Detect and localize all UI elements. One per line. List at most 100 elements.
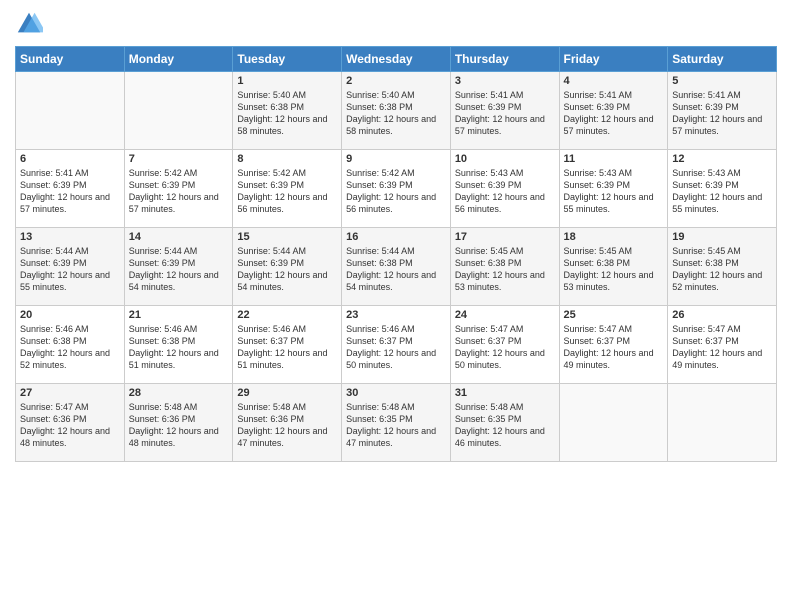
- day-cell: 28 Sunrise: 5:48 AMSunset: 6:36 PMDayligh…: [124, 384, 233, 462]
- day-cell: [668, 384, 777, 462]
- logo-icon: [15, 10, 43, 38]
- day-info: Sunrise: 5:48 AMSunset: 6:36 PMDaylight:…: [129, 401, 229, 450]
- day-cell: 14 Sunrise: 5:44 AMSunset: 6:39 PMDayligh…: [124, 228, 233, 306]
- day-number: 1: [237, 75, 337, 87]
- header: [15, 10, 777, 38]
- day-number: 18: [564, 231, 664, 243]
- day-info: Sunrise: 5:45 AMSunset: 6:38 PMDaylight:…: [564, 245, 664, 294]
- day-number: 12: [672, 153, 772, 165]
- day-cell: 23 Sunrise: 5:46 AMSunset: 6:37 PMDayligh…: [342, 306, 451, 384]
- day-cell: [559, 384, 668, 462]
- day-info: Sunrise: 5:41 AMSunset: 6:39 PMDaylight:…: [564, 89, 664, 138]
- day-cell: 25 Sunrise: 5:47 AMSunset: 6:37 PMDayligh…: [559, 306, 668, 384]
- day-cell: 2 Sunrise: 5:40 AMSunset: 6:38 PMDaylight…: [342, 72, 451, 150]
- day-number: 31: [455, 387, 555, 399]
- day-info: Sunrise: 5:40 AMSunset: 6:38 PMDaylight:…: [237, 89, 337, 138]
- day-info: Sunrise: 5:41 AMSunset: 6:39 PMDaylight:…: [455, 89, 555, 138]
- day-info: Sunrise: 5:40 AMSunset: 6:38 PMDaylight:…: [346, 89, 446, 138]
- day-number: 3: [455, 75, 555, 87]
- day-cell: 31Sunrise: 5:48 AMSunset: 6:35 PMDayligh…: [450, 384, 559, 462]
- day-info: Sunrise: 5:43 AMSunset: 6:39 PMDaylight:…: [455, 167, 555, 216]
- day-number: 9: [346, 153, 446, 165]
- day-cell: 20 Sunrise: 5:46 AMSunset: 6:38 PMDayligh…: [16, 306, 125, 384]
- day-number: 23: [346, 309, 446, 321]
- day-cell: 3 Sunrise: 5:41 AMSunset: 6:39 PMDaylight…: [450, 72, 559, 150]
- header-sunday: Sunday: [16, 47, 125, 72]
- day-cell: 24Sunrise: 5:47 AMSunset: 6:37 PMDayligh…: [450, 306, 559, 384]
- day-number: 13: [20, 231, 120, 243]
- header-saturday: Saturday: [668, 47, 777, 72]
- logo: [15, 10, 45, 38]
- week-row-4: 20 Sunrise: 5:46 AMSunset: 6:38 PMDayligh…: [16, 306, 777, 384]
- day-cell: 15 Sunrise: 5:44 AMSunset: 6:39 PMDayligh…: [233, 228, 342, 306]
- day-cell: 4 Sunrise: 5:41 AMSunset: 6:39 PMDaylight…: [559, 72, 668, 150]
- day-info: Sunrise: 5:44 AMSunset: 6:39 PMDaylight:…: [129, 245, 229, 294]
- day-number: 6: [20, 153, 120, 165]
- day-cell: 19 Sunrise: 5:45 AMSunset: 6:38 PMDayligh…: [668, 228, 777, 306]
- day-cell: 17 Sunrise: 5:45 AMSunset: 6:38 PMDayligh…: [450, 228, 559, 306]
- day-cell: 6Sunrise: 5:41 AMSunset: 6:39 PMDaylight…: [16, 150, 125, 228]
- day-number: 30: [346, 387, 446, 399]
- day-number: 11: [564, 153, 664, 165]
- header-monday: Monday: [124, 47, 233, 72]
- day-number: 25: [564, 309, 664, 321]
- day-number: 10: [455, 153, 555, 165]
- day-number: 24: [455, 309, 555, 321]
- day-cell: 5Sunrise: 5:41 AMSunset: 6:39 PMDaylight…: [668, 72, 777, 150]
- day-info: Sunrise: 5:44 AMSunset: 6:38 PMDaylight:…: [346, 245, 446, 294]
- day-cell: 8Sunrise: 5:42 AMSunset: 6:39 PMDaylight…: [233, 150, 342, 228]
- day-number: 20: [20, 309, 120, 321]
- day-info: Sunrise: 5:42 AMSunset: 6:39 PMDaylight:…: [237, 167, 337, 216]
- day-info: Sunrise: 5:46 AMSunset: 6:38 PMDaylight:…: [129, 323, 229, 372]
- day-info: Sunrise: 5:45 AMSunset: 6:38 PMDaylight:…: [672, 245, 772, 294]
- day-cell: 30 Sunrise: 5:48 AMSunset: 6:35 PMDayligh…: [342, 384, 451, 462]
- day-number: 4: [564, 75, 664, 87]
- day-info: Sunrise: 5:47 AMSunset: 6:37 PMDaylight:…: [564, 323, 664, 372]
- day-info: Sunrise: 5:41 AMSunset: 6:39 PMDaylight:…: [672, 89, 772, 138]
- header-row: SundayMondayTuesdayWednesdayThursdayFrid…: [16, 47, 777, 72]
- day-info: Sunrise: 5:48 AMSunset: 6:35 PMDaylight:…: [346, 401, 446, 450]
- day-cell: 12Sunrise: 5:43 AMSunset: 6:39 PMDayligh…: [668, 150, 777, 228]
- day-cell: 16 Sunrise: 5:44 AMSunset: 6:38 PMDayligh…: [342, 228, 451, 306]
- day-cell: 11 Sunrise: 5:43 AMSunset: 6:39 PMDayligh…: [559, 150, 668, 228]
- day-info: Sunrise: 5:44 AMSunset: 6:39 PMDaylight:…: [237, 245, 337, 294]
- day-number: 2: [346, 75, 446, 87]
- day-cell: 18 Sunrise: 5:45 AMSunset: 6:38 PMDayligh…: [559, 228, 668, 306]
- day-cell: 29 Sunrise: 5:48 AMSunset: 6:36 PMDayligh…: [233, 384, 342, 462]
- day-info: Sunrise: 5:47 AMSunset: 6:37 PMDaylight:…: [672, 323, 772, 372]
- day-number: 7: [129, 153, 229, 165]
- day-number: 29: [237, 387, 337, 399]
- day-info: Sunrise: 5:45 AMSunset: 6:38 PMDaylight:…: [455, 245, 555, 294]
- day-cell: 7 Sunrise: 5:42 AMSunset: 6:39 PMDaylight…: [124, 150, 233, 228]
- day-cell: 27 Sunrise: 5:47 AMSunset: 6:36 PMDayligh…: [16, 384, 125, 462]
- header-wednesday: Wednesday: [342, 47, 451, 72]
- day-info: Sunrise: 5:48 AMSunset: 6:36 PMDaylight:…: [237, 401, 337, 450]
- day-number: 14: [129, 231, 229, 243]
- day-cell: 10 Sunrise: 5:43 AMSunset: 6:39 PMDayligh…: [450, 150, 559, 228]
- day-info: Sunrise: 5:46 AMSunset: 6:37 PMDaylight:…: [346, 323, 446, 372]
- header-tuesday: Tuesday: [233, 47, 342, 72]
- day-number: 16: [346, 231, 446, 243]
- day-cell: [16, 72, 125, 150]
- day-cell: [124, 72, 233, 150]
- day-info: Sunrise: 5:43 AMSunset: 6:39 PMDaylight:…: [564, 167, 664, 216]
- day-info: Sunrise: 5:46 AMSunset: 6:38 PMDaylight:…: [20, 323, 120, 372]
- page: SundayMondayTuesdayWednesdayThursdayFrid…: [0, 0, 792, 612]
- day-cell: 26Sunrise: 5:47 AMSunset: 6:37 PMDayligh…: [668, 306, 777, 384]
- day-number: 19: [672, 231, 772, 243]
- day-number: 27: [20, 387, 120, 399]
- day-info: Sunrise: 5:47 AMSunset: 6:36 PMDaylight:…: [20, 401, 120, 450]
- day-info: Sunrise: 5:44 AMSunset: 6:39 PMDaylight:…: [20, 245, 120, 294]
- week-row-1: 1 Sunrise: 5:40 AMSunset: 6:38 PMDaylight…: [16, 72, 777, 150]
- day-cell: 13 Sunrise: 5:44 AMSunset: 6:39 PMDayligh…: [16, 228, 125, 306]
- week-row-5: 27 Sunrise: 5:47 AMSunset: 6:36 PMDayligh…: [16, 384, 777, 462]
- header-thursday: Thursday: [450, 47, 559, 72]
- day-info: Sunrise: 5:42 AMSunset: 6:39 PMDaylight:…: [129, 167, 229, 216]
- day-number: 22: [237, 309, 337, 321]
- day-number: 15: [237, 231, 337, 243]
- week-row-3: 13 Sunrise: 5:44 AMSunset: 6:39 PMDayligh…: [16, 228, 777, 306]
- week-row-2: 6Sunrise: 5:41 AMSunset: 6:39 PMDaylight…: [16, 150, 777, 228]
- day-number: 28: [129, 387, 229, 399]
- day-number: 21: [129, 309, 229, 321]
- day-number: 17: [455, 231, 555, 243]
